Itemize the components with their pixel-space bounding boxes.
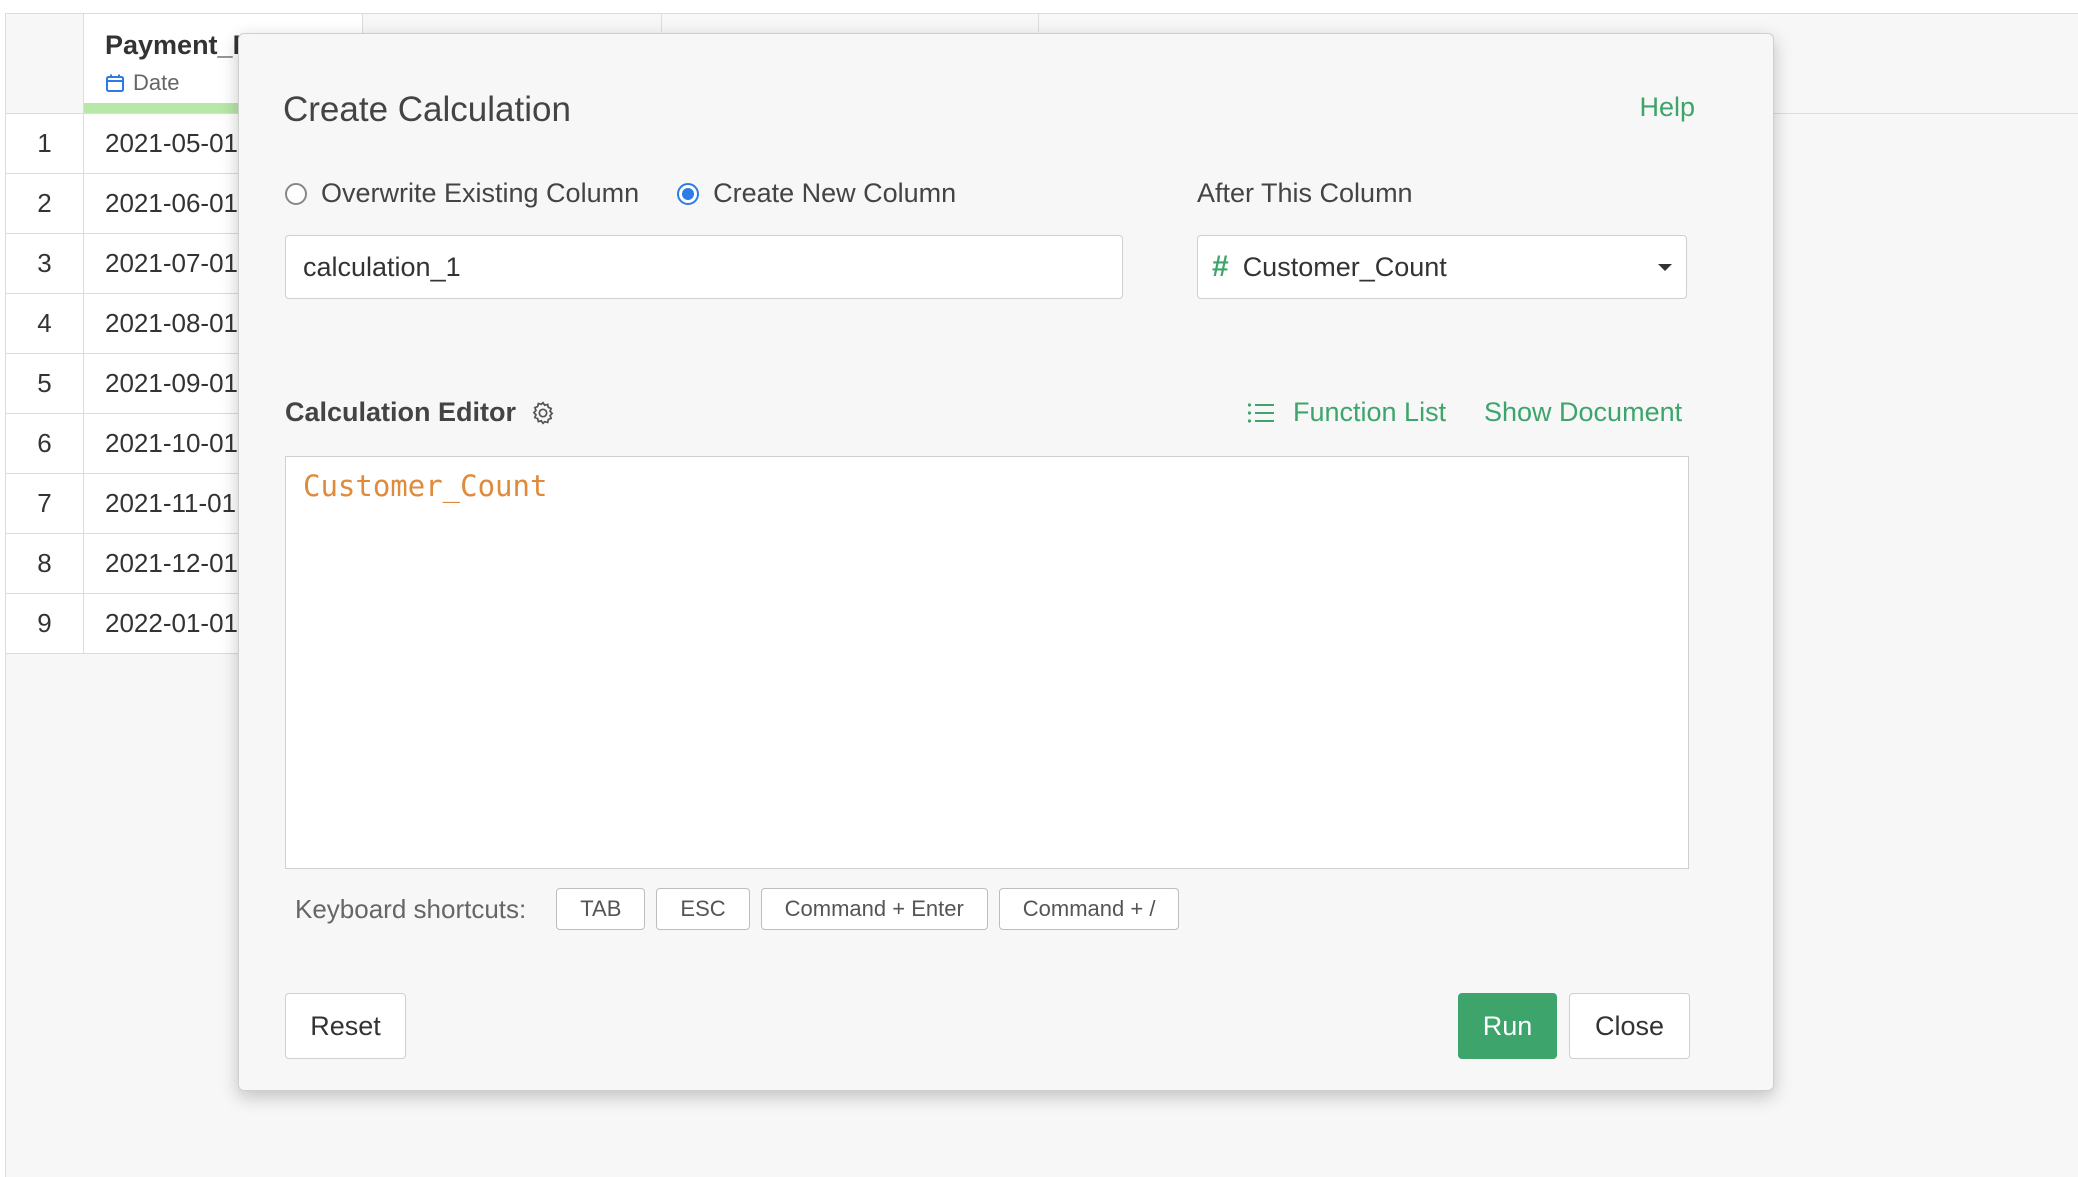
new-column-name-input[interactable] [285,235,1123,299]
create-column-radio[interactable]: Create New Column [677,178,956,209]
after-column-select[interactable]: # Customer_Count [1197,235,1687,299]
row-number: 3 [6,234,84,293]
after-column-value: Customer_Count [1242,251,1447,282]
table-cell[interactable]: 2022-01-01 [105,594,238,653]
header-divider [661,14,662,32]
row-number: 9 [6,594,84,653]
column-type-label: Date [133,70,180,95]
table-cell[interactable]: 2021-12-01 [105,534,238,593]
table-cell[interactable]: 2021-09-01 [105,354,238,413]
radio-circle[interactable] [285,182,307,205]
header-divider [1038,14,1039,32]
hash-icon: # [1212,250,1229,283]
function-list-label: Function List [1293,397,1447,427]
row-number: 4 [6,294,84,353]
row-number: 8 [6,534,84,593]
column-mode-options: Overwrite Existing Column Create New Col… [285,178,956,209]
after-column-label: After This Column [1197,178,1413,208]
list-icon [1247,402,1274,423]
row-number: 6 [6,414,84,473]
caret-down-icon [1658,263,1672,271]
table-cell[interactable]: 2021-06-01 [105,174,238,233]
close-button[interactable]: Close [1569,993,1690,1059]
shortcut-command-enter-button[interactable]: Command + Enter [760,888,988,930]
row-number: 2 [6,174,84,233]
shortcut-esc-button[interactable]: ESC [656,888,750,930]
table-cell[interactable]: 2021-08-01 [105,294,238,353]
keyboard-shortcuts: Keyboard shortcuts: TAB ESC Command + En… [295,888,1190,930]
dialog-title: Create Calculation [283,90,571,129]
function-list-link[interactable]: Function List [1247,397,1446,428]
editor-code[interactable]: Customer_Count [303,469,547,503]
shortcuts-label: Keyboard shortcuts: [295,893,527,924]
table-cell[interactable]: 2021-05-01 [105,114,238,173]
gear-icon[interactable] [530,400,556,426]
shortcut-tab-button[interactable]: TAB [556,888,646,930]
show-document-link[interactable]: Show Document [1484,397,1682,428]
reset-button[interactable]: Reset [285,993,406,1059]
run-button[interactable]: Run [1458,993,1557,1059]
calendar-icon [106,74,124,92]
create-calculation-dialog: Create Calculation Help Overwrite Existi… [238,33,1774,1091]
table-cell[interactable]: 2021-11-01 [105,474,236,533]
radio-circle-selected[interactable] [677,182,700,205]
radio-label: Overwrite Existing Column [321,178,640,208]
table-cell[interactable]: 2021-07-01 [105,234,238,293]
calculation-editor[interactable]: Customer_Count [285,456,1689,869]
row-number: 5 [6,354,84,413]
column-type: Date [105,70,179,96]
shortcut-command-slash-button[interactable]: Command + / [998,888,1180,930]
row-number: 7 [6,474,84,533]
row-number-header [6,14,84,113]
radio-label: Create New Column [713,178,957,208]
row-number: 1 [6,114,84,173]
help-link[interactable]: Help [1639,92,1695,123]
calculation-editor-label: Calculation Editor [285,397,556,428]
overwrite-column-radio[interactable]: Overwrite Existing Column [285,178,639,209]
editor-label-text: Calculation Editor [285,397,517,427]
table-cell[interactable]: 2021-10-01 [105,414,238,473]
